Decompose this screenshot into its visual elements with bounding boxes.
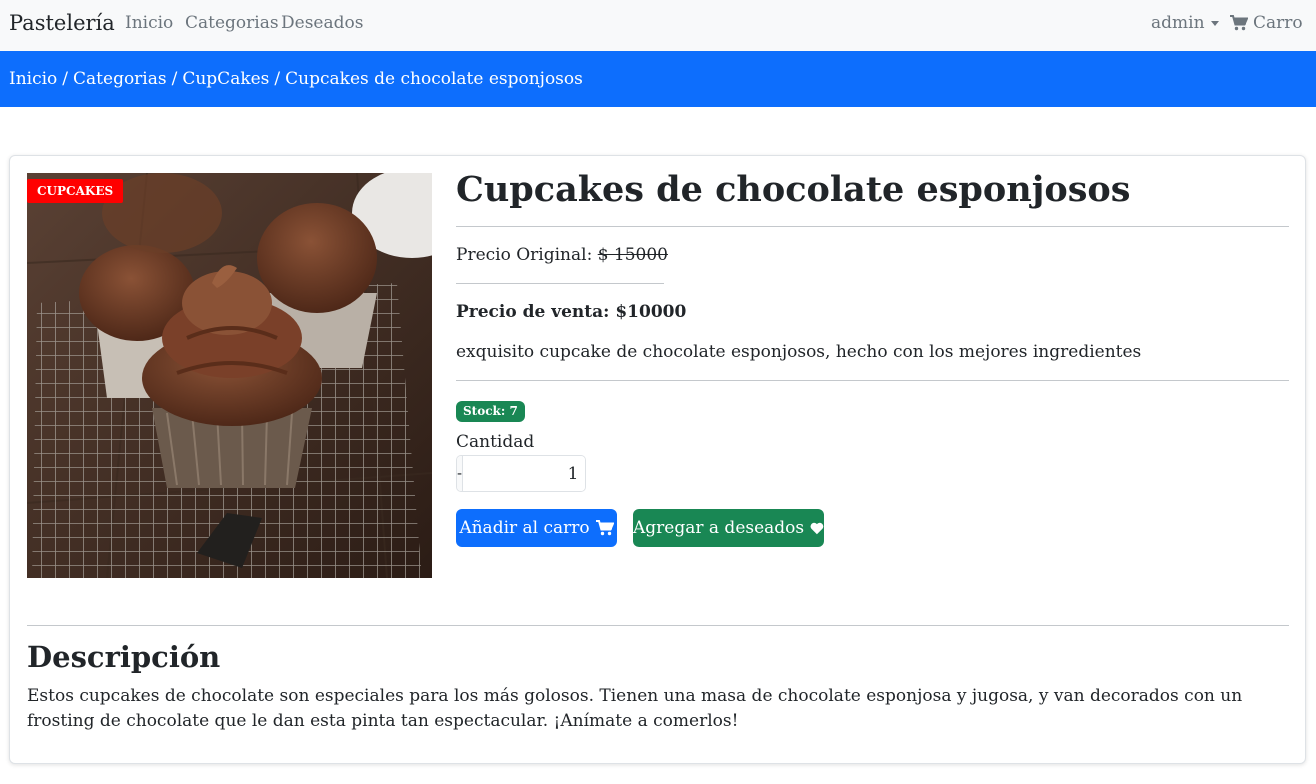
- heart-icon: [810, 522, 824, 534]
- title-divider: [456, 226, 1289, 227]
- nav-link-inicio[interactable]: Inicio: [125, 13, 173, 33]
- original-price-label: Precio Original:: [456, 245, 593, 265]
- add-to-cart-label: Añadir al carro: [459, 518, 590, 538]
- add-to-wishlist-label: Agregar a deseados: [633, 518, 805, 538]
- breadcrumb-item-inicio[interactable]: Inicio: [9, 69, 57, 89]
- short-description: exquisito cupcake de chocolate esponjoso…: [456, 342, 1142, 362]
- add-to-cart-button[interactable]: Añadir al carro: [456, 509, 617, 547]
- description-divider: [456, 380, 1289, 381]
- breadcrumb-item-categorias[interactable]: Categorias: [73, 69, 167, 89]
- cart-link-label: Carro: [1253, 13, 1303, 33]
- shopping-cart-icon: [595, 520, 614, 536]
- quantity-stepper: - +: [456, 455, 586, 492]
- quantity-label: Cantidad: [456, 432, 535, 452]
- original-price-value: $ 15000: [597, 245, 669, 265]
- add-to-wishlist-button[interactable]: Agregar a deseados: [633, 509, 824, 547]
- product-image: [27, 173, 432, 578]
- cart-link[interactable]: Carro: [1230, 13, 1303, 33]
- original-price: Precio Original: $ 15000: [456, 245, 668, 265]
- description-title: Descripción: [27, 640, 221, 674]
- product-card: CUPCAKES Cupcakes de chocolate esponjoso…: [9, 155, 1306, 764]
- stock-badge: Stock: 7: [456, 401, 525, 422]
- sale-price: Precio de venta: $10000: [456, 302, 687, 322]
- category-badge: CUPCAKES: [27, 179, 124, 203]
- navbar: Pastelería Inicio Categorias Deseados ad…: [0, 0, 1316, 51]
- brand-logo[interactable]: Pastelería: [9, 11, 115, 35]
- breadcrumb: Inicio / Categorias / CupCakes / Cupcakes de c…: [9, 69, 583, 89]
- price-divider: [456, 283, 664, 284]
- breadcrumb-bar: Inicio / Categorias / CupCakes / Cupcakes de c…: [0, 51, 1316, 107]
- breadcrumb-item-cupcakes[interactable]: CupCakes: [182, 69, 269, 89]
- product-title: Cupcakes de chocolate esponjosos: [456, 169, 1131, 210]
- user-menu-label: admin: [1151, 13, 1205, 33]
- quantity-input[interactable]: [462, 456, 585, 491]
- user-menu-dropdown[interactable]: admin: [1151, 13, 1219, 33]
- breadcrumb-item-current: Cupcakes de chocolate esponjosos: [285, 69, 583, 89]
- nav-link-categorias[interactable]: Categorias: [185, 13, 279, 33]
- section-divider: [27, 625, 1289, 626]
- shopping-cart-icon: [1230, 15, 1248, 31]
- caret-down-icon: [1210, 21, 1219, 26]
- description-body: Estos cupcakes de chocolate son especial…: [27, 686, 1243, 731]
- nav-link-deseados[interactable]: Deseados: [281, 13, 363, 33]
